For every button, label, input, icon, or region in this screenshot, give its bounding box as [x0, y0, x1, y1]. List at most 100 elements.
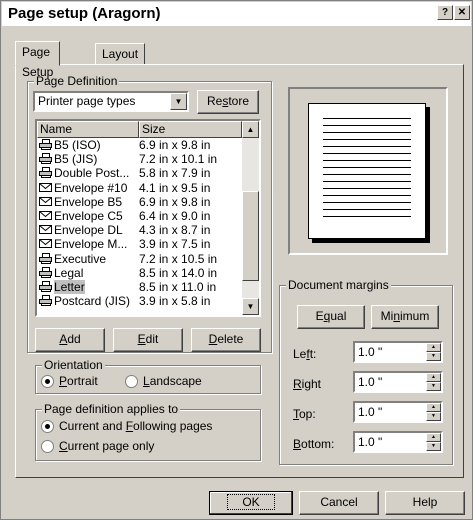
text-line-icon — [323, 188, 411, 189]
list-header: Name Size — [37, 121, 242, 138]
minimum-button[interactable]: Minimum — [371, 305, 439, 329]
restore-button[interactable]: Restore — [197, 90, 259, 114]
text-line-icon — [323, 216, 411, 217]
current-and-following-radio[interactable] — [41, 420, 54, 433]
bottom-margin-label: Bottom: — [293, 437, 335, 451]
list-item-size: 6.4 in x 9.0 in — [139, 208, 211, 223]
add-label-rest: dd — [67, 332, 81, 346]
printer-icon — [39, 295, 52, 307]
bottom-margin-spinner[interactable]: 1.0 " ▲ ▼ — [353, 431, 443, 453]
spin-down-icon[interactable]: ▼ — [426, 382, 441, 391]
close-button[interactable]: ✕ — [454, 5, 470, 20]
landscape-label[interactable]: Landscape — [143, 374, 202, 388]
spin-up-icon[interactable]: ▲ — [426, 343, 441, 352]
envelope-icon — [39, 182, 52, 193]
column-header-size[interactable]: Size — [139, 121, 242, 138]
envelope-icon — [39, 238, 52, 249]
scroll-down-icon[interactable]: ▼ — [242, 298, 259, 315]
text-line-icon — [323, 160, 411, 161]
scroll-up-icon[interactable]: ▲ — [242, 121, 259, 138]
list-item[interactable]: Double Post... 5.8 in x 7.9 in — [37, 166, 242, 180]
ok-button[interactable]: OK — [209, 491, 293, 515]
chevron-down-icon[interactable]: ▼ — [170, 93, 187, 110]
list-item[interactable]: Postcard (JIS) 3.9 in x 5.8 in — [37, 294, 242, 308]
add-button[interactable]: Add — [35, 328, 105, 352]
printer-icon — [39, 280, 52, 292]
current-and-following-label[interactable]: Current and Following pages — [59, 419, 212, 433]
list-item[interactable]: Letter 8.5 in x 11.0 in — [37, 279, 242, 294]
spin-down-icon[interactable]: ▼ — [426, 412, 441, 421]
list-item[interactable]: Executive 7.2 in x 10.5 in — [37, 252, 242, 266]
envelope-icon — [39, 196, 52, 207]
list-item-size: 3.9 in x 7.5 in — [139, 237, 211, 252]
equal-button[interactable]: Equal — [297, 305, 365, 329]
help-footer-button[interactable]: Help — [385, 491, 465, 515]
orientation-label: Orientation — [42, 358, 105, 372]
list-item[interactable]: B5 (ISO) 6.9 in x 9.8 in — [37, 138, 242, 152]
current-page-only-radio[interactable] — [41, 440, 54, 453]
right-margin-spinner[interactable]: 1.0 " ▲ ▼ — [353, 371, 443, 393]
text-line-icon — [323, 167, 411, 168]
list-item[interactable]: Legal 8.5 in x 14.0 in — [37, 266, 242, 280]
bottom-margin-value: 1.0 " — [358, 435, 383, 449]
list-item-size: 7.2 in x 10.5 in — [139, 251, 218, 266]
edit-label-rest: dit — [145, 332, 159, 346]
current-page-only-label[interactable]: Current page only — [59, 439, 154, 453]
scroll-thumb[interactable] — [242, 191, 259, 281]
spin-up-icon[interactable]: ▲ — [426, 403, 441, 412]
list-item[interactable]: Envelope M... 3.9 in x 7.5 in — [37, 237, 242, 251]
list-item-label: Letter — [54, 279, 85, 294]
restore-label-post: tore — [228, 94, 250, 108]
help-button[interactable]: ? — [437, 5, 453, 20]
title-bar: Page setup (Aragorn) ? ✕ — [2, 2, 471, 26]
page-type-select[interactable]: Printer page types ▼ — [33, 91, 189, 112]
list-item-name: B5 (JIS) — [39, 152, 97, 166]
portrait-radio[interactable] — [41, 375, 54, 388]
envelope-icon — [39, 210, 52, 221]
column-header-name[interactable]: Name — [37, 121, 139, 138]
tab-layout[interactable]: Layout — [95, 43, 146, 65]
list-item[interactable]: Envelope #10 4.1 in x 9.5 in — [37, 181, 242, 195]
printer-icon — [39, 153, 52, 165]
ok-label: OK — [227, 494, 275, 510]
document-margins-label: Document margins — [286, 278, 391, 292]
restore-label-pre: Re — [206, 94, 223, 108]
list-item-size: 4.1 in x 9.5 in — [139, 180, 211, 195]
delete-button[interactable]: Delete — [191, 328, 261, 352]
text-line-icon — [323, 202, 411, 203]
left-margin-spinner[interactable]: 1.0 " ▲ ▼ — [353, 341, 443, 363]
list-item-name: Double Post... — [39, 166, 129, 180]
portrait-label[interactable]: Portrait — [59, 374, 98, 388]
edit-label-mnemonic: E — [137, 332, 146, 346]
list-item[interactable]: Envelope DL 4.3 in x 8.7 in — [37, 223, 242, 237]
text-line-icon — [323, 153, 411, 154]
list-item-label: Executive — [54, 251, 107, 266]
list-item[interactable]: Envelope C5 6.4 in x 9.0 in — [37, 209, 242, 223]
landscape-radio[interactable] — [125, 375, 138, 388]
list-item-name: Envelope #10 — [39, 181, 127, 195]
list-item-size: 4.3 in x 8.7 in — [139, 223, 211, 238]
spin-up-icon[interactable]: ▲ — [426, 373, 441, 382]
top-margin-value: 1.0 " — [358, 405, 383, 419]
cancel-button[interactable]: Cancel — [299, 491, 379, 515]
list-item[interactable]: B5 (JIS) 7.2 in x 10.1 in — [37, 152, 242, 166]
list-item-name: Letter — [39, 279, 85, 294]
page-types-list[interactable]: Name Size B5 (ISO) 6.9 in x 9.8 in B5 (JIS… — [35, 119, 261, 317]
list-item-label: Envelope DL — [54, 223, 123, 238]
spin-down-icon[interactable]: ▼ — [426, 352, 441, 361]
applies-to-label: Page definition applies to — [42, 402, 181, 416]
edit-button[interactable]: Edit — [113, 328, 183, 352]
list-scrollbar[interactable]: ▲ ▼ — [242, 121, 259, 315]
envelope-icon — [39, 224, 52, 235]
right-margin-value: 1.0 " — [358, 375, 383, 389]
delete-label-rest: elete — [217, 332, 244, 346]
spin-up-icon[interactable]: ▲ — [426, 433, 441, 442]
list-item-size: 7.2 in x 10.1 in — [139, 152, 218, 167]
text-line-icon — [323, 181, 411, 182]
list-item[interactable]: Envelope B5 6.9 in x 9.8 in — [37, 195, 242, 209]
spin-down-icon[interactable]: ▼ — [426, 442, 441, 451]
list-item-label: Legal — [54, 265, 84, 280]
tab-page-setup[interactable]: Page Setup — [15, 41, 61, 79]
text-line-icon — [323, 139, 411, 140]
top-margin-spinner[interactable]: 1.0 " ▲ ▼ — [353, 401, 443, 423]
